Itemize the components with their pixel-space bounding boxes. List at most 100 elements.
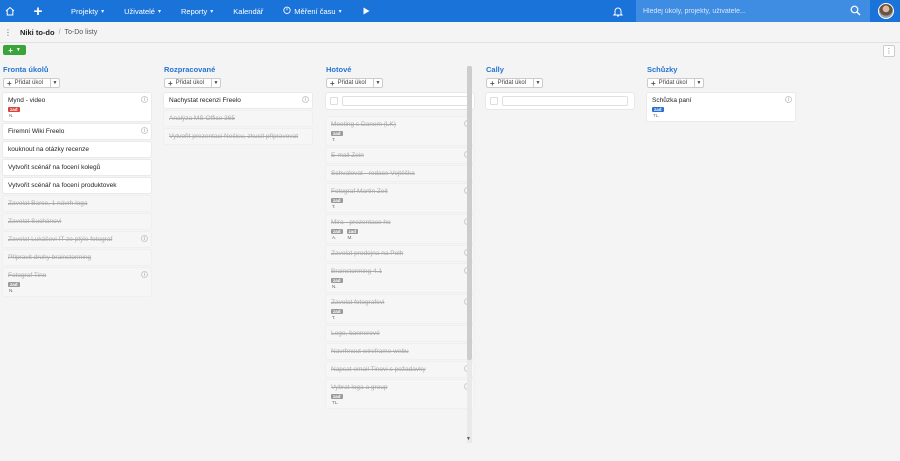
task-card[interactable]: Zavolat Suchánovi	[3, 214, 151, 229]
task-card[interactable]: Mynd - video i zad N.	[3, 93, 151, 121]
nav-item-1[interactable]: Uživatelé ▾	[114, 0, 171, 22]
add-list-button[interactable]: + ▼	[3, 45, 26, 55]
task-title: Navrhnout wireframe webu	[331, 348, 409, 355]
task-card[interactable]: Fotograf Martin ZeitizadT.	[326, 184, 474, 212]
info-icon[interactable]: i	[141, 271, 148, 278]
chevron-down-icon[interactable]: ▼	[50, 79, 59, 87]
nav-item-2[interactable]: Reporty ▾	[171, 0, 223, 22]
add-plus-icon[interactable]: +	[27, 0, 49, 22]
badge-initials: N.	[332, 284, 337, 289]
nav-item-0[interactable]: Projekty ▾	[61, 0, 114, 22]
add-task-button[interactable]: + Přidat úkol ▼	[164, 78, 221, 88]
nav-item-label: Uživatelé	[124, 6, 155, 16]
assignee-badge: zad T.	[331, 198, 343, 209]
nav-item-3[interactable]: Kalendář	[223, 0, 273, 22]
new-task-input[interactable]	[342, 96, 468, 106]
scrollbar-thumb[interactable]	[467, 66, 472, 360]
task-card[interactable]: Zavolat prodejna na Polhi	[326, 246, 474, 261]
task-title: Mira - prezentace ho	[331, 219, 391, 226]
task-card[interactable]: Zavolat fotografoviizadT.	[326, 295, 474, 323]
info-icon[interactable]: i	[785, 96, 792, 103]
task-card[interactable]: kouknout na otázky recenze	[3, 142, 151, 157]
badge-initials: TL.	[332, 400, 339, 405]
column-title[interactable]: Schůzky	[647, 63, 795, 75]
bell-icon[interactable]	[611, 4, 625, 18]
chevron-down-icon: ▾	[157, 8, 161, 15]
task-card[interactable]: Napsat email Tinovi s požadavkyi	[326, 362, 474, 377]
task-card[interactable]: Připravit druhy brainstorming	[3, 250, 151, 265]
breadcrumb-separator: /	[58, 28, 61, 36]
task-card[interactable]: Vytvořit scénář na focení produktovek	[3, 178, 151, 193]
task-card[interactable]: Schůzka paní i zad TL.	[647, 93, 795, 121]
add-task-button[interactable]: + Přidat úkol ▼	[3, 78, 60, 88]
info-icon[interactable]: i	[141, 96, 148, 103]
add-task-button[interactable]: + Přidat úkol ▼	[647, 78, 704, 88]
task-list-column: Cally + Přidat úkol ▼	[486, 63, 634, 117]
chevron-down-icon[interactable]: ▼	[533, 79, 542, 87]
scroll-down-icon[interactable]: ▼	[466, 436, 471, 442]
add-task-label: Přidat úkol	[14, 80, 44, 86]
card-badges: zad T.	[331, 309, 469, 320]
info-icon[interactable]: i	[141, 127, 148, 134]
task-card[interactable]: Brainstorming 4.1izadN.	[326, 264, 474, 292]
chevron-down-icon[interactable]: ▼	[211, 79, 220, 87]
checkbox[interactable]	[330, 97, 338, 105]
card-badges: zad N.	[331, 278, 469, 289]
user-avatar[interactable]	[878, 3, 894, 19]
task-title: Zavolat Barce, 1 návrh loga	[8, 200, 88, 207]
task-card[interactable]: Analýza MS Office 365	[164, 111, 312, 126]
task-card[interactable]: Vytvořit prezentaci Nečisu, zkusit připr…	[164, 129, 312, 144]
search-input[interactable]	[643, 7, 843, 15]
task-title: Připravit druhy brainstorming	[8, 254, 92, 261]
plus-icon: +	[490, 78, 495, 88]
new-task-placeholder[interactable]	[486, 93, 634, 109]
task-card[interactable]: Navrhnout wireframe webu	[326, 344, 474, 359]
project-menu-icon[interactable]: ⋮	[4, 28, 12, 37]
badge-initials: M.	[347, 235, 353, 240]
new-task-placeholder[interactable]	[326, 93, 474, 109]
card-badges: zad TL.	[331, 394, 469, 405]
home-icon[interactable]	[3, 0, 17, 22]
column-title[interactable]: Rozpracované	[164, 63, 312, 75]
info-icon[interactable]: i	[302, 96, 309, 103]
chevron-down-icon[interactable]: ▼	[694, 79, 703, 87]
task-card[interactable]: Vybrat loga a groupizadTL.	[326, 380, 474, 408]
task-title: Firemní Wiki Freelo	[8, 128, 65, 135]
task-card[interactable]: Firemní Wiki Freelo i	[3, 124, 151, 139]
assignee-badge: zad A.	[331, 229, 343, 240]
project-name[interactable]: Niki to-do	[20, 28, 55, 37]
task-card[interactable]: E-mail Zeini	[326, 148, 474, 163]
task-list-column: Schůzky + Přidat úkol ▼ Schůzka paní i zad TL.	[647, 63, 795, 124]
column-title[interactable]: Fronta úkolů	[3, 63, 151, 75]
new-task-input[interactable]	[502, 96, 628, 106]
card-list: Nachystat recenzi Freelo i Analýza MS Offi…	[164, 93, 312, 144]
column-title[interactable]: Hotové	[326, 63, 474, 75]
more-options-button[interactable]: ⋮	[883, 45, 895, 57]
chevron-down-icon[interactable]: ▼	[373, 79, 382, 87]
play-icon[interactable]	[360, 0, 374, 22]
task-card[interactable]: Zavolat Lukášovi IT ze ptýle fotograf i	[3, 232, 151, 247]
task-card[interactable]: Fotograf Tino i zad N.	[3, 268, 151, 296]
nav-item-4[interactable]: Měření času ▾	[273, 0, 351, 22]
info-icon[interactable]: i	[141, 235, 148, 242]
nav-item-label: Měření času	[294, 6, 336, 16]
add-task-button[interactable]: + Přidat úkol ▼	[486, 78, 543, 88]
add-task-button[interactable]: + Přidat úkol ▼	[326, 78, 383, 88]
plus-icon: +	[168, 78, 173, 88]
task-card[interactable]: Mira - prezentace hoizadA.zadM.	[326, 215, 474, 243]
card-list: Schůzka paní i zad TL.	[647, 93, 795, 121]
checkbox[interactable]	[490, 97, 498, 105]
task-card[interactable]: Nachystat recenzi Freelo i	[164, 93, 312, 108]
task-card[interactable]: Meeting s Danem (LK)izadT.	[326, 117, 474, 145]
task-title: Schůzka paní	[652, 97, 692, 104]
assignee-badge: zad TL.	[652, 107, 664, 118]
card-list	[486, 93, 634, 109]
column-title[interactable]: Cally	[486, 63, 634, 75]
search-icon[interactable]	[850, 5, 861, 18]
task-card[interactable]: Zavolat Barce, 1 návrh loga	[3, 196, 151, 211]
nav-item-label: Reporty	[180, 6, 208, 16]
task-card[interactable]: Logo, bannerové	[326, 326, 474, 341]
task-list-column: Rozpracované + Přidat úkol ▼ Nachystat recen…	[164, 63, 312, 147]
task-card[interactable]: Vytvořit scénář na focení kolegů	[3, 160, 151, 175]
task-card[interactable]: Schvalovat - redace Vojtěška	[326, 166, 474, 181]
